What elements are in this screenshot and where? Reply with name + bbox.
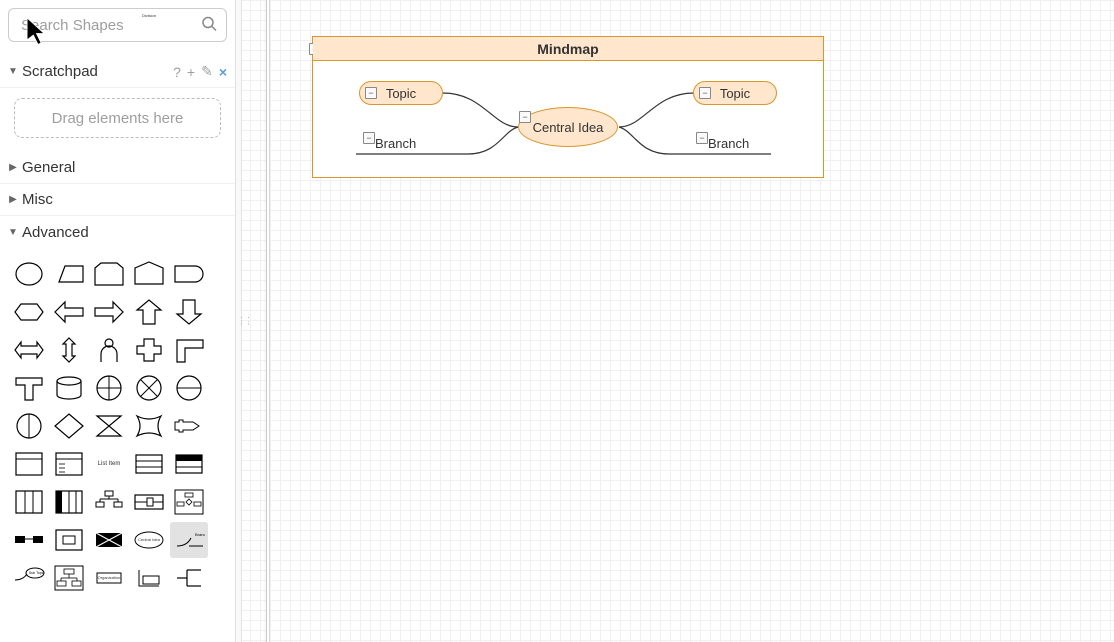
shape-palette: List Item Central Idea Branch Sub Topic … (0, 248, 235, 604)
shape-list[interactable] (50, 446, 88, 482)
scratchpad-drop-hint: Drag elements here (52, 110, 184, 127)
advanced-title: Advanced (22, 224, 227, 241)
shape-cylinder[interactable] (50, 370, 88, 406)
section-advanced[interactable]: ▼ Advanced (0, 216, 235, 248)
shape-window[interactable] (10, 446, 48, 482)
mindmap-body: Central Idea − Topic − Topic − Branch − … (313, 61, 823, 177)
search-input[interactable] (8, 8, 227, 42)
help-icon[interactable]: ? (173, 64, 181, 80)
section-misc[interactable]: ▶ Misc (0, 184, 235, 216)
shape-hex-arrow[interactable] (10, 294, 48, 330)
shape-org-chart[interactable] (50, 560, 88, 596)
mindmap-title[interactable]: Mindmap (313, 37, 823, 61)
shape-pentagon-tag[interactable] (130, 256, 168, 292)
scratchpad-title: Scratchpad (22, 63, 173, 80)
shape-step-arrow[interactable] (170, 408, 208, 444)
sidebar: ▼ Scratchpad ? + ✎ × Drag elements here … (0, 0, 236, 642)
page-edge (266, 0, 270, 642)
shape-arrow-up[interactable] (130, 294, 168, 330)
close-icon[interactable]: × (219, 64, 227, 80)
collapse-branch-left-button[interactable]: − (363, 132, 375, 144)
caret-down-icon: ▼ (8, 66, 18, 77)
search-wrapper (0, 0, 235, 50)
shape-tee[interactable] (10, 370, 48, 406)
branch-left-node[interactable]: Branch (375, 136, 416, 151)
canvas[interactable]: − Mindmap Central Idea − (242, 0, 1114, 642)
caret-right-icon: ▶ (8, 194, 18, 205)
shape-circle-x[interactable] (130, 370, 168, 406)
shape-arrow-horiz[interactable] (10, 332, 48, 368)
section-general[interactable]: ▶ General (0, 152, 235, 184)
shape-fork[interactable] (170, 560, 208, 596)
shape-circle-minus[interactable] (170, 370, 208, 406)
svg-text:Branch: Branch (195, 532, 205, 537)
shape-list-item[interactable]: List Item (90, 446, 128, 482)
collapse-central-button[interactable]: − (519, 111, 531, 123)
general-title: General (22, 159, 227, 176)
shape-tree[interactable] (90, 484, 128, 520)
shape-arrow-right[interactable] (90, 294, 128, 330)
caret-right-icon: ▶ (8, 162, 18, 173)
branch-right-node[interactable]: Branch (708, 136, 749, 151)
shape-table-header[interactable] (170, 446, 208, 482)
shape-central-idea[interactable]: Central Idea (130, 522, 168, 558)
shape-cross[interactable] (130, 332, 168, 368)
add-icon[interactable]: + (187, 64, 195, 80)
collapse-topic-right-button[interactable]: − (699, 87, 711, 99)
shape-crossed-rect[interactable] (90, 522, 128, 558)
misc-title: Misc (22, 191, 227, 208)
shape-branch[interactable]: Branch (170, 522, 208, 558)
section-scratchpad[interactable]: ▼ Scratchpad ? + ✎ × (0, 56, 235, 88)
shape-circle-vert[interactable] (10, 408, 48, 444)
collapse-topic-left-button[interactable]: − (365, 87, 377, 99)
scratchpad-tools: ? + ✎ × (173, 63, 227, 80)
shape-arrow-down[interactable] (170, 294, 208, 330)
shape-linked-rects[interactable] (10, 522, 48, 558)
shape-trapezoid[interactable] (50, 256, 88, 292)
caret-down-icon: ▼ (8, 227, 18, 238)
shape-division[interactable]: Division (130, 560, 168, 596)
mindmap-container[interactable]: − Mindmap Central Idea − (312, 36, 824, 178)
central-idea-node[interactable]: Central Idea (518, 107, 618, 147)
shape-corner[interactable] (170, 332, 208, 368)
shape-diamond[interactable] (50, 408, 88, 444)
shape-organization[interactable]: Organization (90, 560, 128, 596)
shape-columns3[interactable] (10, 484, 48, 520)
svg-text:Sub Topic: Sub Topic (29, 571, 45, 575)
search-box (8, 8, 227, 42)
shape-person[interactable] (90, 332, 128, 368)
shape-rect-split[interactable] (130, 484, 168, 520)
collapse-branch-right-button[interactable]: − (696, 132, 708, 144)
shape-pie-quad[interactable] (90, 370, 128, 406)
edit-icon[interactable]: ✎ (201, 63, 213, 80)
shape-table3[interactable] (130, 446, 168, 482)
shape-hourglass[interactable] (90, 408, 128, 444)
shape-arrow-vert[interactable] (50, 332, 88, 368)
shape-concave-rect[interactable] (130, 408, 168, 444)
shape-flowchart[interactable] (170, 484, 208, 520)
shape-arrow-left[interactable] (50, 294, 88, 330)
shape-columns-header[interactable] (50, 484, 88, 520)
scratchpad-dropzone[interactable]: Drag elements here (14, 98, 221, 138)
shape-ellipse[interactable] (10, 256, 48, 292)
shape-cut-rect[interactable] (90, 256, 128, 292)
shape-sub-topic[interactable]: Sub Topic (10, 560, 48, 596)
shape-nested-rect[interactable] (50, 522, 88, 558)
shape-rounded-right[interactable] (170, 256, 208, 292)
